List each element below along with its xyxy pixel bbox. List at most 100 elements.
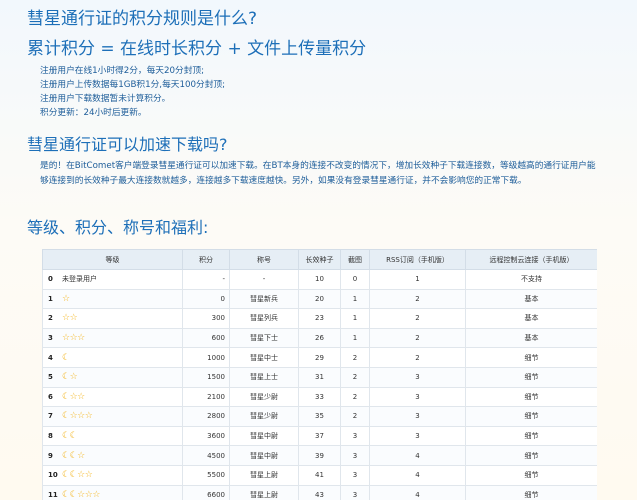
star-icon: ☆ bbox=[62, 293, 70, 304]
rss-cell: 4 bbox=[369, 464, 466, 486]
table-row: 0 未登录用户 - -10 0 1 不支持 bbox=[42, 269, 597, 290]
seeds-cell: 31 bbox=[298, 366, 341, 388]
moon-icon: ☾ bbox=[69, 431, 78, 442]
seeds-cell: 39 bbox=[298, 445, 341, 466]
seeds-cell: 29 bbox=[298, 347, 341, 368]
rss-cell: 3 bbox=[369, 386, 466, 408]
points-cell: 1000 bbox=[182, 347, 230, 368]
table-row: 7 ☾☆☆☆ 2800 彗星少尉 35 2 3 细节 bbox=[42, 406, 597, 427]
seeds-cell: 10 bbox=[298, 269, 341, 290]
remote-cell: 细节 bbox=[465, 425, 597, 447]
screenshots-cell: 2 bbox=[340, 386, 370, 408]
level-cell: 11 ☾☾☆☆☆ bbox=[42, 484, 183, 500]
rss-cell: 2 bbox=[369, 308, 466, 329]
star-icon: ☆ bbox=[77, 470, 85, 481]
rules-heading: 彗星通行证的积分规则是什么? bbox=[27, 9, 258, 29]
rule-item: 注册用户上传数据每1GB积1分,每天100分封顶; bbox=[40, 80, 226, 90]
points-cell: 300 bbox=[182, 308, 230, 329]
screenshots-cell: 3 bbox=[340, 484, 370, 500]
moon-icon: ☾ bbox=[62, 391, 70, 402]
seeds-cell: 35 bbox=[298, 406, 341, 427]
level-badges: ☾☾☆ bbox=[62, 451, 85, 461]
star-icon: ☆ bbox=[77, 333, 85, 344]
star-icon: ☆ bbox=[69, 313, 78, 324]
table-row: 2 ☆☆ 300 彗星列兵 23 1 2 基本 bbox=[42, 308, 597, 329]
level-badges: ☾☾☆☆☆ bbox=[62, 490, 100, 500]
level-badges: ☆☆ bbox=[62, 313, 78, 324]
star-icon: ☆ bbox=[77, 391, 85, 402]
seeds-cell: 41 bbox=[298, 464, 341, 486]
moon-icon: ☾ bbox=[62, 450, 70, 461]
level-number: 2 bbox=[48, 314, 53, 323]
remote-cell: 细节 bbox=[465, 445, 597, 466]
star-icon: ☆ bbox=[62, 333, 70, 344]
remote-cell: 细节 bbox=[465, 366, 597, 388]
points-cell: 5500 bbox=[182, 464, 230, 486]
header-title: 称号 bbox=[229, 249, 299, 270]
title-cell: 彗星上尉 bbox=[229, 484, 299, 500]
title-cell: 彗星中士 bbox=[229, 347, 299, 368]
levels-table: 等级 积分 称号 长效种子 截图 RSS订阅（手机版） 远程控制云连接（手机版）… bbox=[42, 249, 597, 500]
screenshots-cell: 1 bbox=[340, 308, 370, 329]
level-badges: ☾☾ bbox=[62, 431, 78, 442]
moon-icon: ☾ bbox=[62, 411, 70, 422]
moon-icon: ☾ bbox=[62, 431, 70, 442]
star-icon: ☆ bbox=[77, 489, 85, 500]
moon-icon: ☾ bbox=[62, 352, 70, 363]
moon-icon: ☾ bbox=[62, 372, 70, 383]
seeds-cell: 26 bbox=[298, 327, 341, 349]
points-cell: 2800 bbox=[182, 406, 230, 427]
star-icon: ☆ bbox=[77, 411, 85, 422]
level-cell: 5 ☾☆ bbox=[42, 366, 183, 388]
points-cell: 6600 bbox=[182, 484, 230, 500]
rss-cell: 3 bbox=[369, 425, 466, 447]
levels-table-body: 0 未登录用户 - -10 0 1 不支持 1 ☆ 0 彗星新兵 20 1 2 基本 2 ☆☆ 300 彗星列兵 23… bbox=[42, 269, 597, 500]
remote-cell: 细节 bbox=[465, 484, 597, 500]
points-cell: 600 bbox=[182, 327, 230, 349]
level-cell: 3 ☆☆☆ bbox=[42, 327, 183, 349]
rules-list: 注册用户在线1小时得2分，每天20分封顶; 注册用户上传数据每1GB积1分,每天… bbox=[40, 64, 225, 120]
rss-cell: 4 bbox=[369, 445, 466, 466]
star-icon: ☆ bbox=[84, 470, 93, 481]
level-number: 8 bbox=[48, 432, 53, 441]
rule-item: 注册用户下载数据暂未计算积分。 bbox=[40, 94, 171, 104]
title-cell: 彗星新兵 bbox=[229, 288, 299, 310]
moon-icon: ☾ bbox=[62, 489, 70, 500]
title-cell: 彗星上尉 bbox=[229, 464, 299, 486]
title-cell: 彗星中尉 bbox=[229, 425, 299, 447]
level-cell: 2 ☆☆ bbox=[42, 308, 183, 329]
level-cell: 1 ☆ bbox=[42, 288, 183, 310]
screenshots-cell: 1 bbox=[340, 288, 370, 310]
seeds-cell: 37 bbox=[298, 425, 341, 447]
level-number: 4 bbox=[48, 353, 53, 362]
points-cell: - bbox=[182, 269, 230, 290]
seeds-cell: 33 bbox=[298, 386, 341, 408]
rss-cell: 3 bbox=[369, 366, 466, 388]
level-badges: ☾ bbox=[62, 353, 70, 363]
level-number: 7 bbox=[48, 412, 53, 421]
remote-cell: 基本 bbox=[465, 308, 597, 329]
speed-heading: 彗星通行证可以加速下载吗? bbox=[27, 135, 228, 154]
remote-cell: 不支持 bbox=[465, 269, 597, 290]
level-number: 10 bbox=[48, 471, 58, 480]
star-icon: ☆ bbox=[69, 372, 78, 383]
remote-cell: 细节 bbox=[465, 464, 597, 486]
table-header-row: 等级 积分 称号 长效种子 截图 RSS订阅（手机版） 远程控制云连接（手机版） bbox=[42, 249, 597, 270]
remote-cell: 细节 bbox=[465, 386, 597, 408]
seeds-cell: 43 bbox=[298, 484, 341, 500]
level-badges: ☾☆ bbox=[62, 372, 78, 383]
table-row: 8 ☾☾ 3600 彗星中尉 37 3 3 细节 bbox=[42, 425, 597, 447]
remote-cell: 细节 bbox=[465, 406, 597, 427]
title-cell: 彗星上士 bbox=[229, 366, 299, 388]
rule-item: 注册用户在线1小时得2分，每天20分封顶; bbox=[40, 66, 205, 76]
points-cell: 0 bbox=[182, 288, 230, 310]
seeds-cell: 20 bbox=[298, 288, 341, 310]
rss-cell: 2 bbox=[369, 327, 466, 349]
level-cell: 6 ☾☆☆ bbox=[42, 386, 183, 408]
table-row: 6 ☾☆☆ 2100 彗星少尉 33 2 3 细节 bbox=[42, 386, 597, 408]
level-cell: 0 未登录用户 bbox=[42, 269, 183, 290]
level-badges: ☆☆☆ bbox=[62, 333, 85, 343]
table-row: 10 ☾☾☆☆ 5500 彗星上尉 41 3 4 细节 bbox=[42, 464, 597, 486]
header-seeds: 长效种子 bbox=[298, 249, 341, 270]
level-badges: ☆ bbox=[62, 294, 70, 304]
